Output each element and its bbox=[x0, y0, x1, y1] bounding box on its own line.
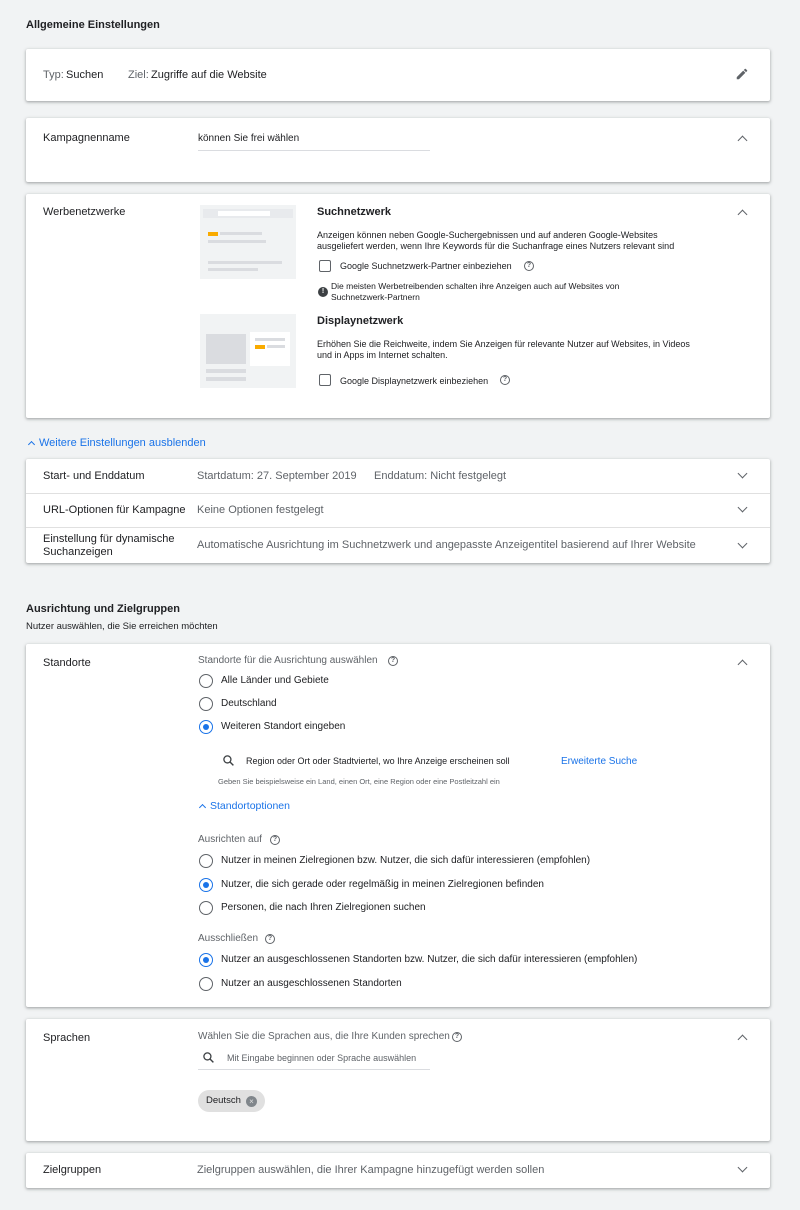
location-search-hint: Geben Sie beispielsweise ein Land, einen… bbox=[218, 777, 500, 786]
target-radio-presence[interactable] bbox=[199, 878, 213, 892]
chevron-down-icon bbox=[737, 1162, 748, 1173]
networks-card: Werbenetzwerke Suchnetzwerk Anzeigen kön… bbox=[26, 194, 770, 418]
location-option-all: Alle Länder und Gebiete bbox=[221, 675, 329, 686]
search-network-desc-2: ausgeliefert werden, wenn Ihre Keywords … bbox=[317, 241, 675, 251]
chevron-up-icon[interactable] bbox=[737, 209, 748, 220]
chevron-up-icon bbox=[27, 440, 36, 449]
display-network-label: Google Displaynetzwerk einbeziehen bbox=[340, 376, 489, 386]
language-search-underline bbox=[198, 1069, 430, 1070]
target-option-search: Personen, die nach Ihren Zielregionen su… bbox=[221, 902, 426, 913]
search-icon bbox=[203, 1052, 214, 1063]
languages-label: Sprachen bbox=[43, 1032, 91, 1044]
pencil-icon[interactable] bbox=[735, 67, 749, 81]
location-search-input[interactable]: Region oder Ort oder Stadtviertel, wo Ih… bbox=[246, 756, 510, 766]
location-option-germany: Deutschland bbox=[221, 698, 277, 709]
campaign-name-input[interactable]: können Sie frei wählen bbox=[198, 133, 299, 144]
exclude-radio-interest[interactable] bbox=[199, 953, 213, 967]
target-option-interest: Nutzer in meinen Zielregionen bzw. Nutze… bbox=[221, 855, 591, 866]
more-settings-card: Start- und Enddatum Startdatum: 27. Sept… bbox=[26, 459, 770, 563]
dsa-label-1: Einstellung für dynamische bbox=[43, 533, 175, 545]
close-icon[interactable]: × bbox=[246, 1095, 257, 1107]
type-label: Typ: bbox=[43, 69, 64, 81]
campaign-name-underline bbox=[198, 150, 430, 151]
help-icon[interactable]: ? bbox=[500, 375, 510, 385]
display-network-title: Displaynetzwerk bbox=[317, 315, 404, 327]
goal-label: Ziel: bbox=[128, 69, 149, 81]
campaign-name-card: Kampagnenname können Sie frei wählen bbox=[26, 118, 770, 182]
chevron-down-icon bbox=[737, 468, 748, 479]
chevron-up-icon bbox=[198, 803, 207, 812]
exclude-radio-presence[interactable] bbox=[199, 977, 213, 991]
language-search-input[interactable]: Mit Eingabe beginnen oder Sprache auswäh… bbox=[227, 1053, 416, 1063]
languages-prompt: Wählen Sie die Sprachen aus, die Ihre Ku… bbox=[198, 1031, 450, 1042]
chevron-down-icon bbox=[737, 502, 748, 513]
display-network-desc-1: Erhöhen Sie die Reichweite, indem Sie An… bbox=[317, 339, 690, 349]
language-chip-label: Deutsch bbox=[206, 1095, 241, 1106]
help-icon[interactable]: ? bbox=[265, 934, 275, 944]
settings-row-url[interactable]: URL-Optionen für Kampagne Keine Optionen… bbox=[26, 494, 770, 527]
search-partner-info-1: Die meisten Werbetreibenden schalten ihr… bbox=[331, 281, 620, 291]
target-option-presence: Nutzer, die sich gerade oder regelmäßig … bbox=[221, 879, 544, 890]
search-network-illustration bbox=[200, 205, 296, 279]
search-partner-label: Google Suchnetzwerk-Partner einbeziehen bbox=[340, 261, 512, 271]
chevron-up-icon[interactable] bbox=[737, 135, 748, 146]
goal-value: Zugriffe auf die Website bbox=[151, 69, 267, 81]
exclude-option-interest: Nutzer an ausgeschlossenen Standorten bz… bbox=[221, 954, 638, 965]
languages-card: Sprachen Wählen Sie die Sprachen aus, di… bbox=[26, 1019, 770, 1141]
location-option-custom: Weiteren Standort eingeben bbox=[221, 721, 346, 732]
dsa-label-2: Suchanzeigen bbox=[43, 546, 113, 558]
general-settings-title: Allgemeine Einstellungen bbox=[26, 19, 160, 31]
exclude-label: Ausschließen bbox=[198, 933, 259, 944]
networks-label: Werbenetzwerke bbox=[43, 206, 126, 218]
target-label: Ausrichten auf bbox=[198, 834, 262, 845]
advanced-search-link[interactable]: Erweiterte Suche bbox=[561, 756, 637, 767]
help-icon[interactable]: ? bbox=[524, 261, 534, 271]
display-network-checkbox[interactable] bbox=[319, 374, 331, 386]
chevron-up-icon[interactable] bbox=[737, 659, 748, 670]
display-network-desc-2: und in Apps im Internet schalten. bbox=[317, 350, 448, 360]
help-icon[interactable]: ? bbox=[452, 1032, 462, 1042]
dates-label: Start- und Enddatum bbox=[43, 470, 145, 482]
chevron-down-icon bbox=[737, 538, 748, 549]
start-date-value: Startdatum: 27. September 2019 bbox=[197, 470, 357, 482]
language-chip: Deutsch × bbox=[198, 1090, 265, 1112]
end-date-value: Enddatum: Nicht festgelegt bbox=[374, 470, 507, 482]
locations-label: Standorte bbox=[43, 657, 91, 669]
locations-prompt: Standorte für die Ausrichtung auswählen bbox=[198, 655, 378, 666]
search-network-desc-1: Anzeigen können neben Google-Suchergebni… bbox=[317, 230, 658, 240]
location-options-link[interactable]: Standortoptionen bbox=[210, 800, 290, 812]
general-card[interactable]: Typ: Suchen Ziel: Zugriffe auf die Websi… bbox=[26, 49, 770, 101]
display-network-illustration bbox=[200, 314, 296, 388]
target-radio-interest[interactable] bbox=[199, 854, 213, 868]
dsa-value: Automatische Ausrichtung im Suchnetzwerk… bbox=[197, 539, 696, 551]
settings-row-dates[interactable]: Start- und Enddatum Startdatum: 27. Sept… bbox=[26, 459, 770, 494]
location-radio-germany[interactable] bbox=[199, 697, 213, 711]
campaign-name-label: Kampagnenname bbox=[43, 132, 130, 144]
target-radio-search[interactable] bbox=[199, 901, 213, 915]
locations-card: Standorte Standorte für die Ausrichtung … bbox=[26, 644, 770, 1007]
search-partner-info-2: Suchnetzwerk-Partnern bbox=[331, 292, 420, 302]
search-icon bbox=[223, 755, 234, 766]
location-radio-all[interactable] bbox=[199, 674, 213, 688]
settings-row-dsa[interactable]: Einstellung für dynamische Suchanzeigen … bbox=[26, 528, 770, 563]
exclude-option-presence: Nutzer an ausgeschlossenen Standorten bbox=[221, 978, 402, 989]
audiences-card[interactable]: Zielgruppen Zielgruppen auswählen, die I… bbox=[26, 1153, 770, 1188]
targeting-title: Ausrichtung und Zielgruppen bbox=[26, 603, 180, 615]
help-icon[interactable]: ? bbox=[270, 835, 280, 845]
chevron-up-icon[interactable] bbox=[737, 1034, 748, 1045]
search-network-title: Suchnetzwerk bbox=[317, 206, 391, 218]
url-options-label: URL-Optionen für Kampagne bbox=[43, 504, 186, 516]
type-value: Suchen bbox=[66, 69, 104, 81]
more-settings-link[interactable]: Weitere Einstellungen ausblenden bbox=[39, 437, 206, 449]
info-icon: ! bbox=[318, 287, 328, 297]
location-radio-custom[interactable] bbox=[199, 720, 213, 734]
audiences-label: Zielgruppen bbox=[43, 1164, 102, 1176]
targeting-subtitle: Nutzer auswählen, die Sie erreichen möch… bbox=[26, 621, 218, 632]
audiences-value: Zielgruppen auswählen, die Ihrer Kampagn… bbox=[197, 1164, 545, 1176]
search-partner-checkbox[interactable] bbox=[319, 260, 331, 272]
url-options-value: Keine Optionen festgelegt bbox=[197, 504, 324, 516]
help-icon[interactable]: ? bbox=[388, 656, 398, 666]
